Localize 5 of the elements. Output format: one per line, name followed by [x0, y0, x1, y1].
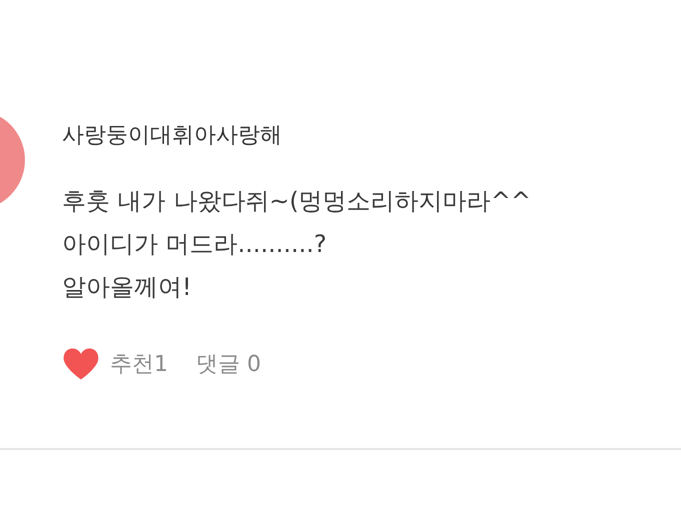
likes-count: 추천1: [110, 351, 168, 379]
replies-count[interactable]: 댓글 0: [196, 349, 261, 379]
heart-icon[interactable]: [62, 347, 100, 381]
author-name: 사랑둥이대휘아사랑해: [62, 122, 283, 150]
comment-text: 후훗 내가 나왔다쥐~(멍멍소리하지마라^^ 아이디가 머드라..........? 알아올께여!: [62, 186, 531, 303]
